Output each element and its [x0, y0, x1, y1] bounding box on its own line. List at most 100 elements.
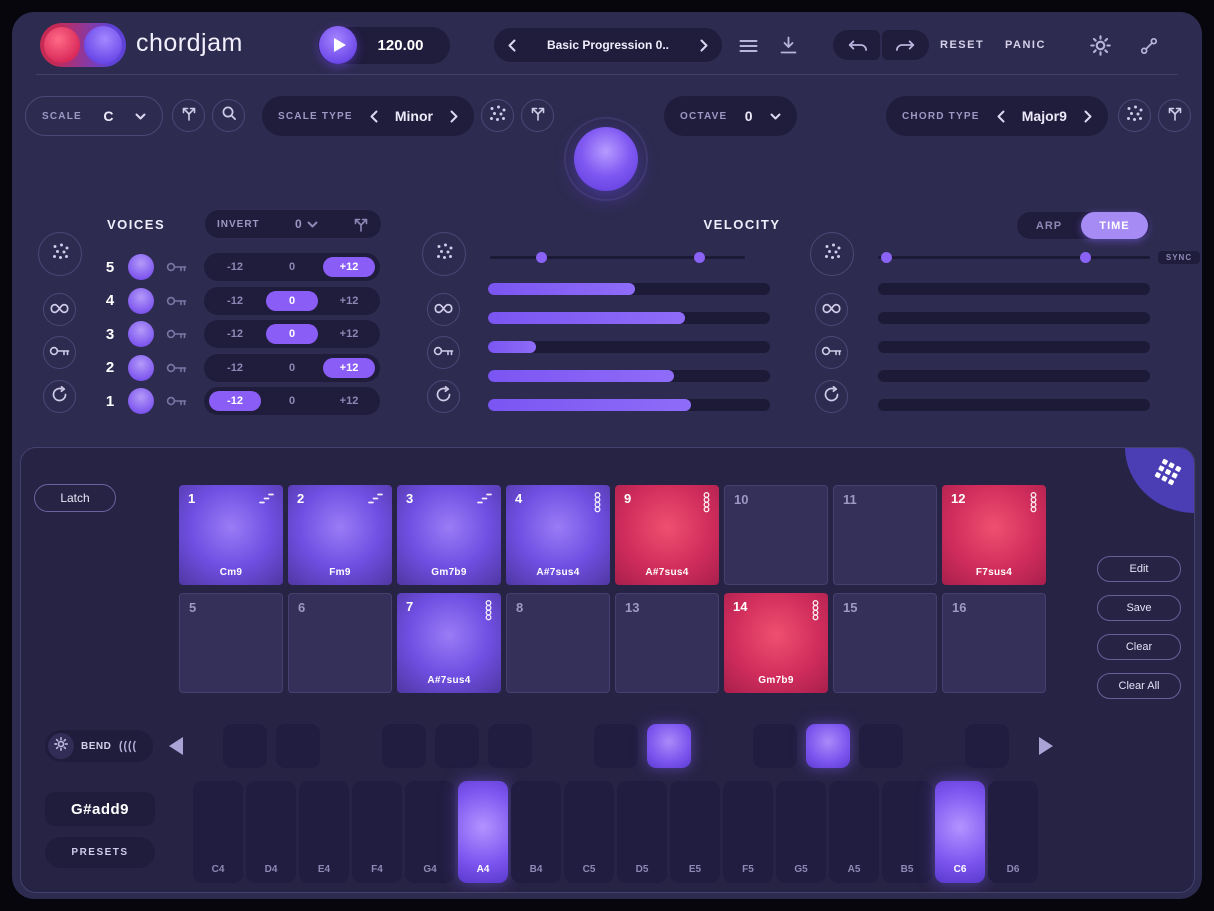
chord-type-next-icon[interactable] — [1084, 110, 1092, 123]
slider-handle[interactable] — [536, 252, 547, 263]
velocity-range-slider[interactable] — [490, 256, 745, 259]
slider-handle[interactable] — [881, 252, 892, 263]
chevron-down-icon[interactable] — [770, 113, 781, 120]
voice-indicator[interactable] — [128, 254, 154, 280]
time-infinity-button[interactable] — [815, 293, 848, 326]
transpose-option[interactable]: 0 — [266, 291, 318, 311]
slider-handle[interactable] — [1080, 252, 1091, 263]
voice-lock-icon[interactable] — [166, 395, 192, 407]
level-bar[interactable] — [878, 341, 1150, 353]
white-key-F4[interactable]: F4 — [352, 781, 402, 883]
voice-indicator[interactable] — [128, 355, 154, 381]
redo-button[interactable] — [882, 30, 929, 60]
main-knob[interactable] — [574, 127, 638, 191]
white-key-A5[interactable]: A5 — [829, 781, 879, 883]
level-bar[interactable] — [878, 370, 1150, 382]
white-key-B4[interactable]: B4 — [511, 781, 561, 883]
white-key-A4[interactable]: A4 — [458, 781, 508, 883]
voice-lock-icon[interactable] — [166, 362, 192, 374]
black-key-F#4[interactable] — [382, 724, 426, 768]
voices-infinity-button[interactable] — [43, 293, 76, 326]
download-icon[interactable] — [780, 36, 797, 54]
time-range-slider[interactable] — [878, 256, 1150, 259]
sync-badge[interactable]: SYNC — [1158, 251, 1200, 264]
panic-button[interactable]: PANIC — [1005, 39, 1046, 51]
black-key-A#5[interactable] — [859, 724, 903, 768]
white-key-D4[interactable]: D4 — [246, 781, 296, 883]
chord-type-random-button[interactable] — [1118, 99, 1151, 132]
black-key-A#4[interactable] — [488, 724, 532, 768]
voice-lock-icon[interactable] — [166, 295, 192, 307]
white-key-C6[interactable]: C6 — [935, 781, 985, 883]
transpose-option[interactable]: +12 — [323, 324, 375, 344]
arp-tab[interactable]: ARP — [1017, 220, 1081, 232]
velocity-reset-button[interactable] — [427, 380, 460, 413]
black-key-G#5[interactable] — [806, 724, 850, 768]
transpose-option[interactable]: +12 — [323, 291, 375, 311]
level-bar[interactable] — [488, 399, 770, 411]
scale-type-next-icon[interactable] — [450, 110, 458, 123]
transpose-option[interactable]: 0 — [266, 324, 318, 344]
patch-cable-icon[interactable] — [1140, 37, 1158, 55]
white-key-G4[interactable]: G4 — [405, 781, 455, 883]
preset-next-icon[interactable] — [700, 39, 708, 52]
preset-prev-icon[interactable] — [508, 39, 516, 52]
transpose-option[interactable]: -12 — [209, 391, 261, 411]
settings-gear-icon[interactable] — [1090, 35, 1111, 56]
transpose-option[interactable]: -12 — [209, 291, 261, 311]
preset-selector[interactable]: Basic Progression 0.. — [494, 28, 722, 62]
white-key-C5[interactable]: C5 — [564, 781, 614, 883]
level-bar[interactable] — [878, 283, 1150, 295]
transpose-option[interactable]: +12 — [323, 358, 375, 378]
white-key-D6[interactable]: D6 — [988, 781, 1038, 883]
transpose-option[interactable]: 0 — [266, 358, 318, 378]
voice-indicator[interactable] — [128, 388, 154, 414]
voice-lock-icon[interactable] — [166, 261, 192, 273]
time-lock-button[interactable] — [815, 336, 848, 369]
black-key-C#4[interactable] — [223, 724, 267, 768]
arp-time-toggle[interactable]: ARP TIME — [1017, 212, 1150, 239]
white-key-D5[interactable]: D5 — [617, 781, 667, 883]
voice-lock-icon[interactable] — [166, 328, 192, 340]
transpose-option[interactable]: +12 — [323, 257, 375, 277]
octave-selector[interactable]: OCTAVE 0 — [664, 96, 797, 136]
level-bar[interactable] — [488, 283, 770, 295]
velocity-lock-button[interactable] — [427, 336, 460, 369]
voices-lock-button[interactable] — [43, 336, 76, 369]
white-key-E4[interactable]: E4 — [299, 781, 349, 883]
white-key-B5[interactable]: B5 — [882, 781, 932, 883]
level-bar[interactable] — [488, 370, 770, 382]
slider-handle[interactable] — [694, 252, 705, 263]
scale-type-spread-button[interactable] — [521, 99, 554, 132]
black-key-F#5[interactable] — [753, 724, 797, 768]
voices-random-button[interactable] — [38, 232, 82, 276]
level-bar[interactable] — [878, 399, 1150, 411]
menu-icon[interactable] — [739, 39, 758, 53]
scale-type-random-button[interactable] — [481, 99, 514, 132]
black-key-C#5[interactable] — [594, 724, 638, 768]
chord-type-selector[interactable]: CHORD TYPE Major9 — [886, 96, 1108, 136]
level-bar[interactable] — [488, 312, 770, 324]
transpose-option[interactable]: 0 — [266, 257, 318, 277]
transpose-option[interactable]: +12 — [323, 391, 375, 411]
time-random-button[interactable] — [810, 232, 854, 276]
transpose-option[interactable]: 0 — [266, 391, 318, 411]
white-key-G5[interactable]: G5 — [776, 781, 826, 883]
voices-reset-button[interactable] — [43, 380, 76, 413]
time-reset-button[interactable] — [815, 380, 848, 413]
black-key-G#4[interactable] — [435, 724, 479, 768]
transpose-option[interactable]: -12 — [209, 324, 261, 344]
black-key-D#5[interactable] — [647, 724, 691, 768]
reset-button[interactable]: RESET — [940, 39, 984, 51]
chord-type-spread-button[interactable] — [1158, 99, 1191, 132]
black-key-C#6[interactable] — [965, 724, 1009, 768]
transpose-option[interactable]: -12 — [209, 358, 261, 378]
velocity-infinity-button[interactable] — [427, 293, 460, 326]
white-key-E5[interactable]: E5 — [670, 781, 720, 883]
undo-button[interactable] — [833, 30, 880, 60]
level-bar[interactable] — [488, 341, 770, 353]
voice-indicator[interactable] — [128, 321, 154, 347]
level-bar[interactable] — [878, 312, 1150, 324]
white-key-F5[interactable]: F5 — [723, 781, 773, 883]
presets-button[interactable]: PRESETS — [45, 837, 155, 868]
